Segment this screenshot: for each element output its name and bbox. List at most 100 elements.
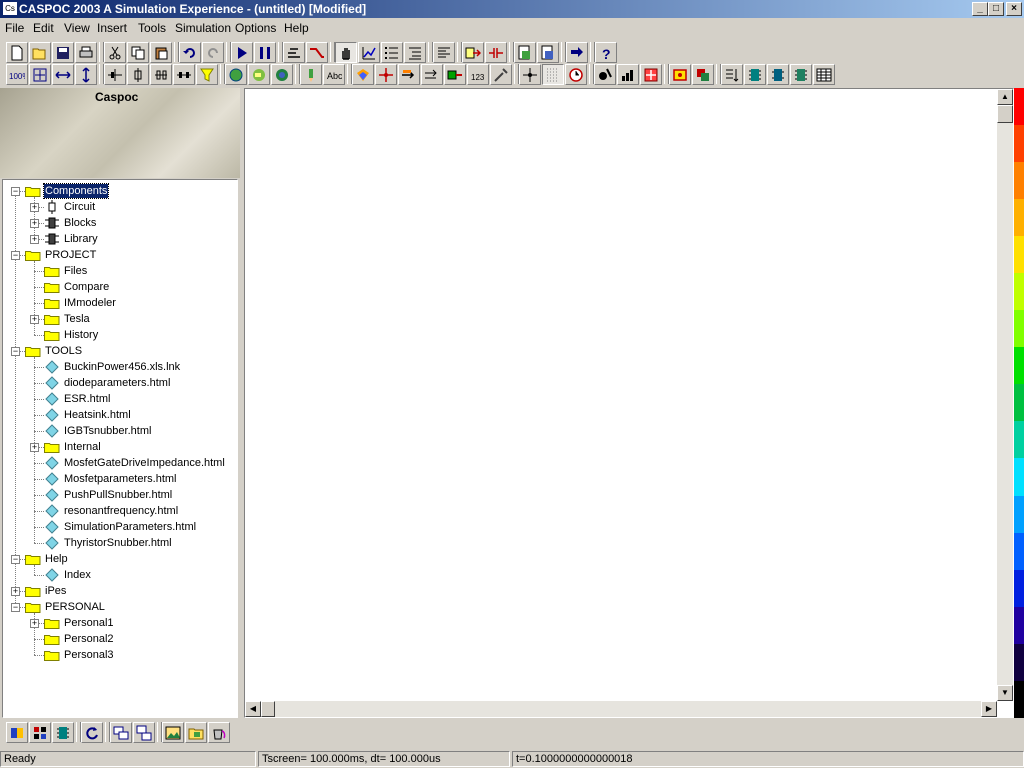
distribute-h-button[interactable] bbox=[150, 64, 172, 85]
table-button[interactable] bbox=[813, 64, 835, 85]
save-button[interactable] bbox=[52, 42, 74, 63]
copy-button[interactable] bbox=[127, 42, 149, 63]
tree-item-thyristorsnubber-html[interactable]: ThyristorSnubber.html bbox=[3, 535, 233, 551]
tree-item-igbtsnubber-html[interactable]: IGBTsnubber.html bbox=[3, 423, 233, 439]
vertical-scrollbar[interactable]: ▲ ▼ bbox=[997, 89, 1013, 701]
expand-icon[interactable]: + bbox=[30, 443, 39, 452]
collapse-icon[interactable]: − bbox=[11, 187, 20, 196]
arrow-in-button[interactable] bbox=[462, 42, 484, 63]
export-button[interactable] bbox=[514, 42, 536, 63]
minimize-button[interactable]: _ bbox=[972, 2, 988, 16]
filter-button[interactable] bbox=[196, 64, 218, 85]
folder-image-button[interactable] bbox=[185, 722, 207, 743]
scroll-left-button[interactable]: ◀ bbox=[245, 701, 261, 717]
tree-item-index[interactable]: Index bbox=[3, 567, 233, 583]
help-button[interactable]: ? bbox=[595, 42, 617, 63]
print-button[interactable] bbox=[75, 42, 97, 63]
globe-network-button[interactable] bbox=[225, 64, 247, 85]
chip-button[interactable] bbox=[744, 64, 766, 85]
globe-map-button[interactable] bbox=[248, 64, 270, 85]
hand-pan-button[interactable] bbox=[335, 42, 357, 63]
layers-button[interactable] bbox=[352, 64, 374, 85]
align-horizontal-button[interactable] bbox=[104, 64, 126, 85]
tree-item-blocks[interactable]: + Blocks bbox=[3, 215, 233, 231]
tree-item-mosfetparameters-html[interactable]: Mosfetparameters.html bbox=[3, 471, 233, 487]
arrow-double-button[interactable] bbox=[421, 64, 443, 85]
menu-edit[interactable]: Edit bbox=[33, 21, 54, 35]
clock-button[interactable] bbox=[565, 64, 587, 85]
scroll-right-button[interactable]: ▶ bbox=[981, 701, 997, 717]
tree-item-personal2[interactable]: Personal2 bbox=[3, 631, 233, 647]
capacitor-button[interactable] bbox=[485, 42, 507, 63]
open-folder-button[interactable] bbox=[29, 42, 51, 63]
menu-insert[interactable]: Insert bbox=[97, 21, 127, 35]
tree-item-personal3[interactable]: Personal3 bbox=[3, 647, 233, 663]
tree-item-help[interactable]: − Help bbox=[3, 551, 233, 567]
horizontal-scroll-thumb[interactable] bbox=[261, 701, 275, 717]
tree-item-resonantfrequency-html[interactable]: resonantfrequency.html bbox=[3, 503, 233, 519]
globe-button[interactable] bbox=[271, 64, 293, 85]
app-icon[interactable]: Cs bbox=[3, 2, 17, 15]
zoom-width-button[interactable] bbox=[52, 64, 74, 85]
windows-button[interactable] bbox=[110, 722, 132, 743]
collapse-icon[interactable]: − bbox=[11, 555, 20, 564]
list-button[interactable] bbox=[381, 42, 403, 63]
horizontal-scrollbar[interactable]: ◀ ▶ bbox=[245, 701, 997, 717]
paste-button[interactable] bbox=[150, 42, 172, 63]
block-button[interactable] bbox=[444, 64, 466, 85]
bucket-button[interactable] bbox=[208, 722, 230, 743]
text-label-button[interactable]: Abc bbox=[323, 64, 345, 85]
align-vertical-button[interactable] bbox=[127, 64, 149, 85]
hierarchy-button[interactable] bbox=[283, 42, 305, 63]
tree-item-tesla[interactable]: + Tesla bbox=[3, 311, 233, 327]
zoom-fit-button[interactable] bbox=[29, 64, 51, 85]
menu-options[interactable]: Options bbox=[235, 21, 276, 35]
collapse-icon[interactable]: − bbox=[11, 251, 20, 260]
sort-list-button[interactable] bbox=[721, 64, 743, 85]
new-file-button[interactable] bbox=[6, 42, 28, 63]
tree-item-esr-html[interactable]: ESR.html bbox=[3, 391, 233, 407]
menu-view[interactable]: View bbox=[64, 21, 90, 35]
windows-cascade-button[interactable] bbox=[133, 722, 155, 743]
blocks-button[interactable] bbox=[29, 722, 51, 743]
tree-item-files[interactable]: Files bbox=[3, 263, 233, 279]
refresh-button[interactable] bbox=[81, 722, 103, 743]
graph-edit-button[interactable] bbox=[358, 42, 380, 63]
chip2-button[interactable] bbox=[767, 64, 789, 85]
menu-simulation[interactable]: Simulation bbox=[175, 21, 231, 35]
list-sort-button[interactable] bbox=[433, 42, 455, 63]
tree-item-history[interactable]: History bbox=[3, 327, 233, 343]
node-red-button[interactable] bbox=[375, 64, 397, 85]
zoom-100-button[interactable]: 100% bbox=[6, 64, 28, 85]
tree-item-simulationparameters-html[interactable]: SimulationParameters.html bbox=[3, 519, 233, 535]
tree-item-mosfetgatedriveimpedance-html[interactable]: MosfetGateDriveImpedance.html bbox=[3, 455, 233, 471]
tree-item-compare[interactable]: Compare bbox=[3, 279, 233, 295]
tree-item-ipes[interactable]: + iPes bbox=[3, 583, 233, 599]
connect-wire-button[interactable] bbox=[306, 42, 328, 63]
tree-item-immodeler[interactable]: IMmodeler bbox=[3, 295, 233, 311]
expand-icon[interactable]: + bbox=[30, 619, 39, 628]
menu-tools[interactable]: Tools bbox=[138, 21, 166, 35]
crosshair-button[interactable] bbox=[519, 64, 541, 85]
zoom-height-button[interactable] bbox=[75, 64, 97, 85]
expand-icon[interactable]: + bbox=[30, 315, 39, 324]
tree-item-project[interactable]: − PROJECT bbox=[3, 247, 233, 263]
image-button[interactable] bbox=[162, 722, 184, 743]
collapse-icon[interactable]: − bbox=[11, 603, 20, 612]
scroll-down-button[interactable]: ▼ bbox=[997, 685, 1013, 701]
flip-button[interactable] bbox=[566, 42, 588, 63]
components-button[interactable] bbox=[6, 722, 28, 743]
scope-button[interactable] bbox=[669, 64, 691, 85]
pause-button[interactable] bbox=[254, 42, 276, 63]
title-bar[interactable]: Cs CASPOC 2003 A Simulation Experience -… bbox=[0, 0, 1024, 18]
tree-item-components[interactable]: − Components bbox=[3, 183, 233, 199]
tree-item-heatsink-html[interactable]: Heatsink.html bbox=[3, 407, 233, 423]
warning-block-button[interactable] bbox=[692, 64, 714, 85]
menu-help[interactable]: Help bbox=[284, 21, 309, 35]
maximize-button[interactable]: □ bbox=[988, 2, 1004, 16]
tree-item-circuit[interactable]: + Circuit bbox=[3, 199, 233, 215]
target-button[interactable] bbox=[640, 64, 662, 85]
schematic-canvas[interactable]: ▲ ▼ ◀ ▶ bbox=[244, 88, 1014, 718]
expand-icon[interactable]: + bbox=[30, 235, 39, 244]
expand-icon[interactable]: + bbox=[11, 587, 20, 596]
